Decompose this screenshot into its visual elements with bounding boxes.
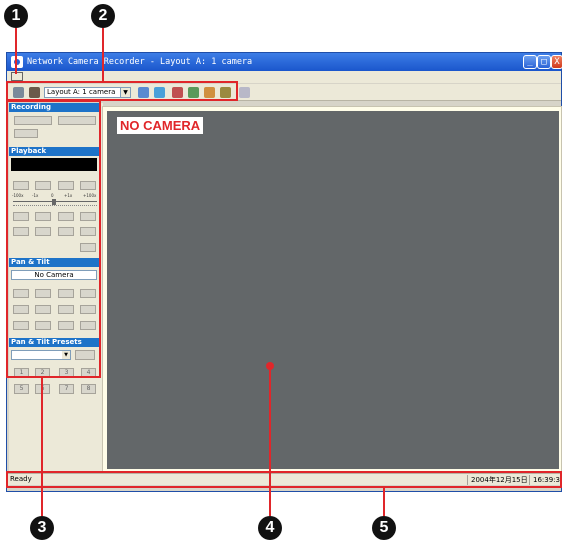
camera-view-area: NO CAMERA <box>102 106 562 472</box>
no-camera-label: NO CAMERA <box>117 117 204 134</box>
menu-icon[interactable] <box>11 72 23 81</box>
app-icon <box>11 56 23 68</box>
preset-button-8[interactable]: 8 <box>81 384 96 394</box>
callout-2: 2 <box>91 4 115 28</box>
title-bar[interactable]: Network Camera Recorder - Layout A: 1 ca… <box>7 53 562 71</box>
leader-line-1 <box>15 28 17 74</box>
window-title: Network Camera Recorder - Layout A: 1 ca… <box>27 57 253 67</box>
camera-view[interactable]: NO CAMERA <box>107 111 559 469</box>
leader-line-5 <box>383 488 385 516</box>
status-bar-highlight <box>6 471 562 488</box>
speaker-icon[interactable] <box>239 87 250 98</box>
leader-line-4 <box>269 366 271 516</box>
leader-dot-4 <box>266 362 274 370</box>
callout-3: 3 <box>30 516 54 540</box>
callout-4: 4 <box>258 516 282 540</box>
callout-5: 5 <box>372 516 396 540</box>
toolbar-highlight <box>6 81 238 101</box>
control-panel-highlight <box>6 100 101 378</box>
callout-1: 1 <box>4 4 28 28</box>
leader-line-3 <box>41 378 43 516</box>
maximize-button[interactable]: □ <box>537 55 551 69</box>
close-button[interactable]: X <box>551 55 562 69</box>
minimize-button[interactable]: _ <box>523 55 537 69</box>
preset-button-7[interactable]: 7 <box>59 384 74 394</box>
preset-button-5[interactable]: 5 <box>14 384 29 394</box>
leader-line-2 <box>102 28 104 81</box>
